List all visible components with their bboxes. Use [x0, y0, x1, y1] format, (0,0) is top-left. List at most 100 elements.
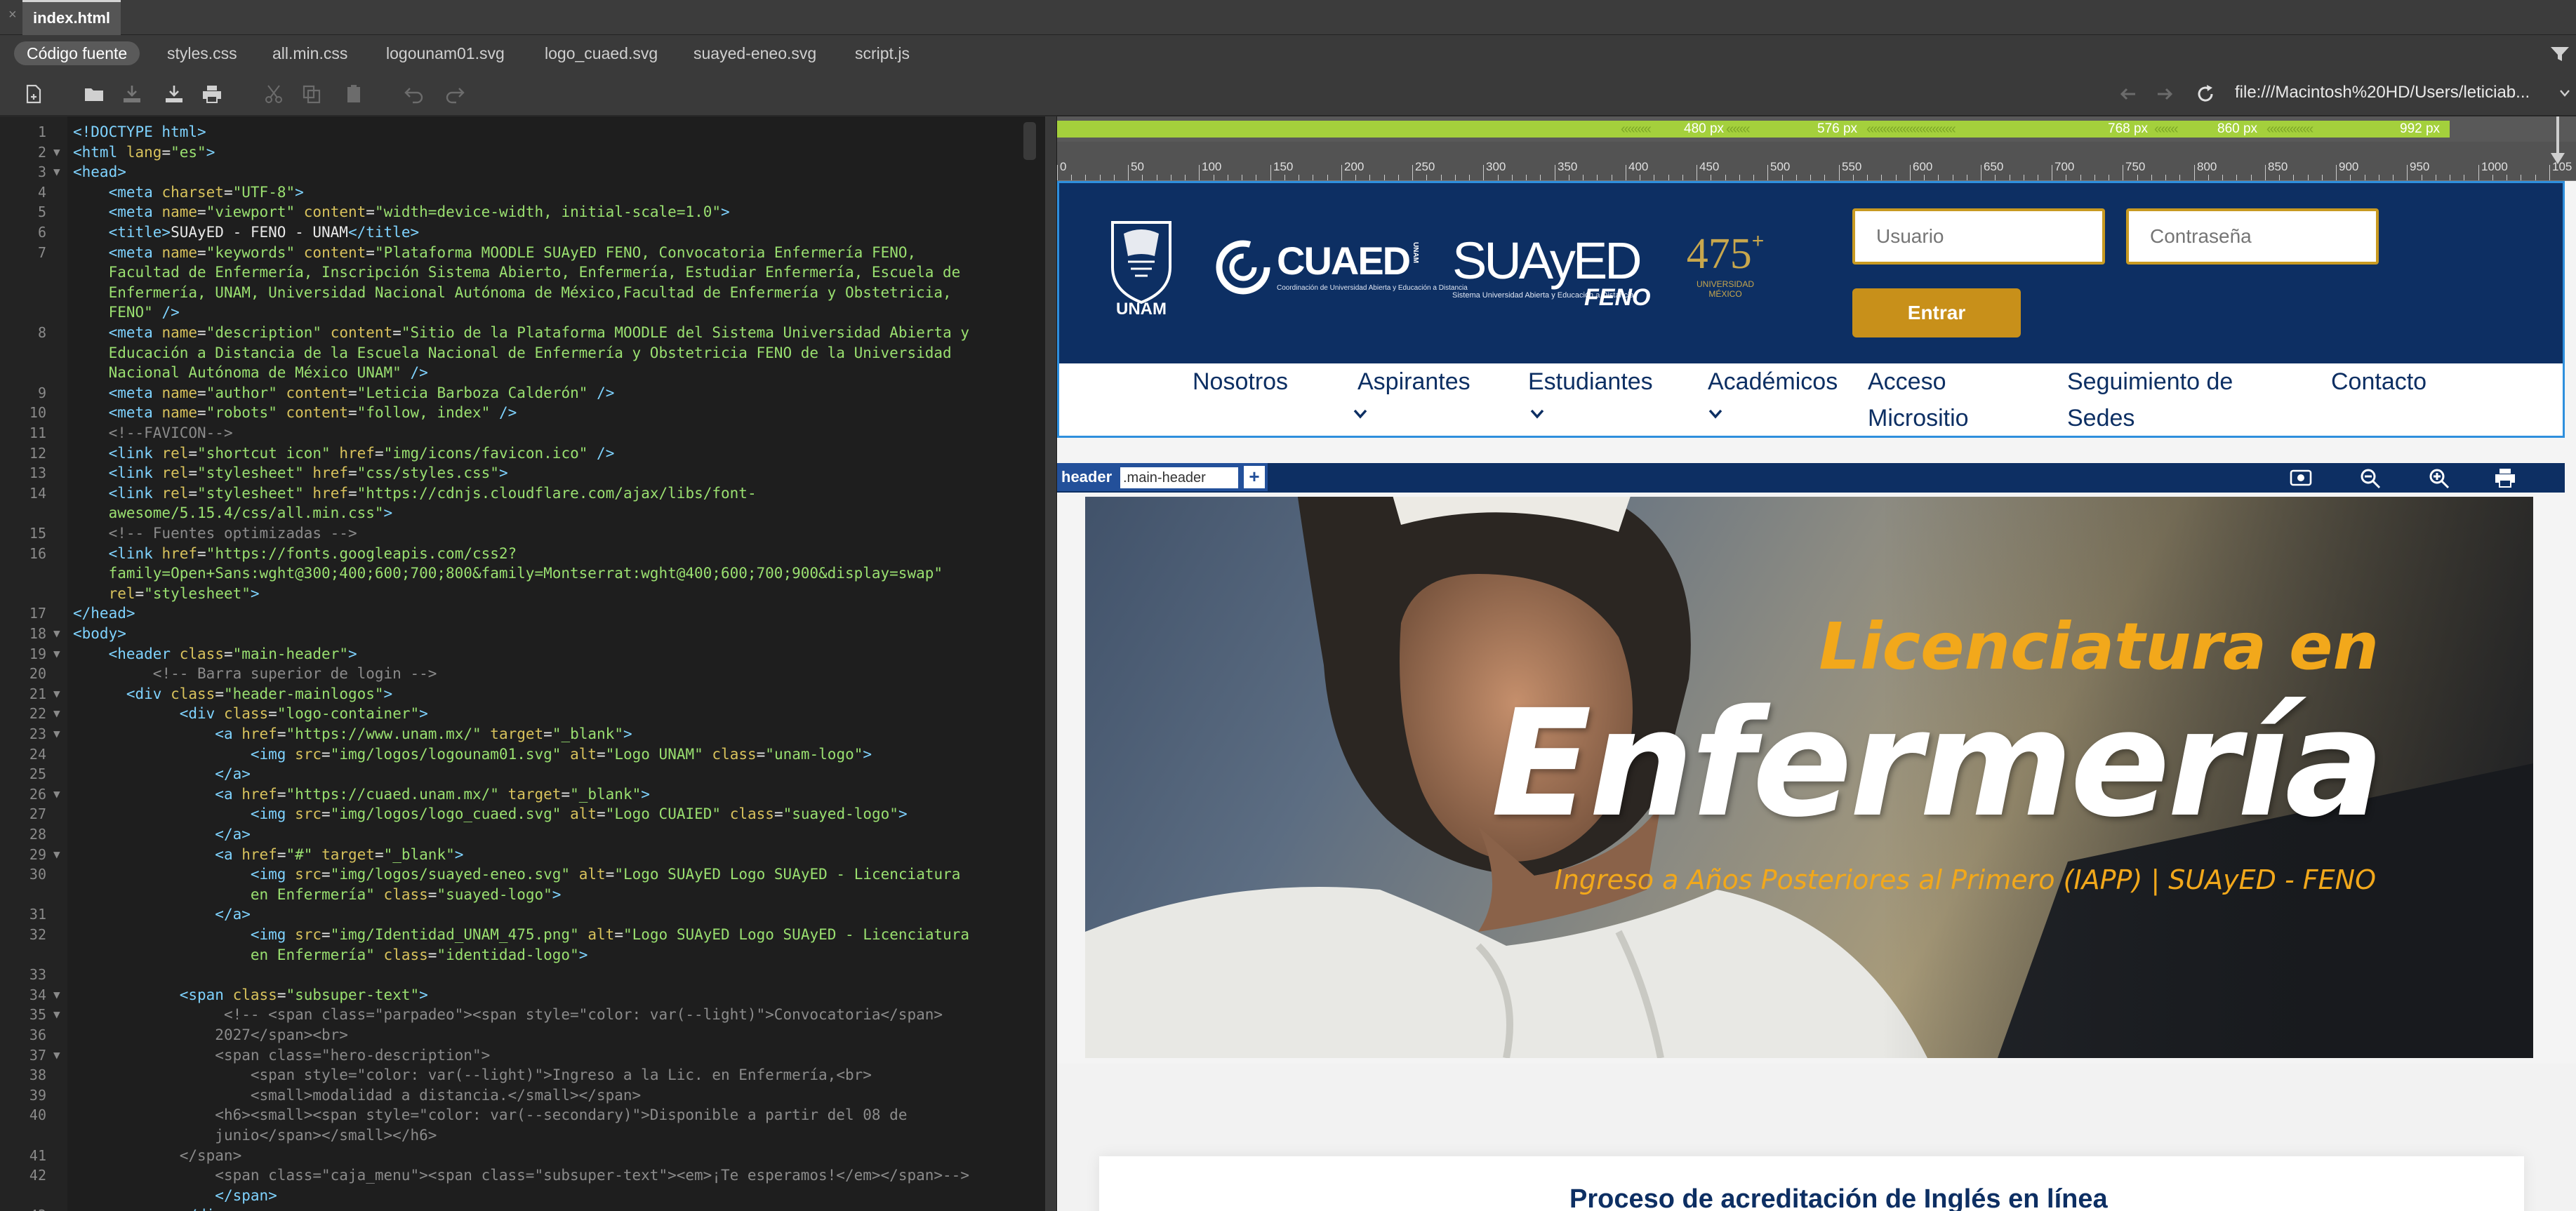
code-line[interactable]: <title>SUAyED - FENO - UNAM</title> — [73, 222, 420, 243]
document-tab-index[interactable]: index.html — [22, 0, 121, 35]
back-arrow-icon[interactable] — [2117, 83, 2139, 105]
login-button[interactable]: Entrar — [1852, 288, 2021, 337]
save-all-icon[interactable] — [163, 83, 185, 105]
code-line[interactable]: Educación a Distancia de la Escuela Naci… — [73, 343, 952, 363]
fold-toggle-icon[interactable]: ▼ — [53, 624, 60, 644]
fold-toggle-icon[interactable]: ▼ — [53, 644, 60, 664]
preview-eye-icon[interactable] — [2289, 467, 2313, 489]
password-field[interactable] — [2126, 208, 2379, 265]
fold-toggle-icon[interactable]: ▼ — [53, 142, 60, 163]
code-line[interactable]: <meta name="keywords" content="Plataform… — [73, 243, 917, 263]
media-query-860[interactable]: 860 px — [2217, 121, 2257, 138]
code-line[interactable]: <img src="img/logos/suayed-eneo.svg" alt… — [73, 864, 961, 885]
save-icon[interactable] — [121, 83, 143, 105]
related-file-logounam01-svg[interactable]: logounam01.svg — [386, 41, 505, 65]
unam-shield-logo[interactable] — [1103, 218, 1180, 309]
nav-item-seguimiento-de-sedes[interactable]: Seguimiento de Sedes — [2067, 363, 2278, 436]
media-query-992[interactable]: 992 px — [2400, 121, 2440, 138]
code-line[interactable]: <span style="color: var(--light)">Ingres… — [73, 1065, 872, 1085]
forward-arrow-icon[interactable] — [2153, 83, 2176, 105]
code-line[interactable]: <span class="hero-description"> — [73, 1045, 490, 1066]
media-query-480[interactable]: 480 px — [1684, 121, 1724, 138]
zoom-in-icon[interactable] — [2427, 467, 2451, 489]
fold-toggle-icon[interactable]: ▼ — [53, 784, 60, 805]
code-line[interactable]: </a> — [73, 764, 251, 784]
code-line[interactable]: <link href="https://fonts.googleapis.com… — [73, 544, 517, 564]
related-file-suayed-eneo-svg[interactable]: suayed-eneo.svg — [693, 41, 816, 65]
fold-toggle-icon[interactable]: ▼ — [53, 162, 60, 182]
code-line[interactable]: <a href="https://www.unam.mx/" target="_… — [73, 724, 632, 744]
code-line[interactable]: <meta charset="UTF-8"> — [73, 182, 304, 203]
code-line[interactable]: <div class="header-mainlogos"> — [73, 684, 392, 704]
fold-toggle-icon[interactable]: ▼ — [53, 684, 60, 704]
code-line[interactable]: <a href="#" target="_blank"> — [73, 845, 463, 865]
media-query-576[interactable]: 576 px — [1817, 121, 1857, 138]
chevron-down-icon[interactable] — [2559, 88, 2570, 98]
code-line[interactable]: </a> — [73, 904, 251, 925]
code-line[interactable]: FENO" /> — [73, 302, 180, 323]
close-tab-icon[interactable]: × — [8, 7, 17, 23]
cut-icon[interactable] — [263, 83, 285, 105]
related-file-source-code[interactable]: Código fuente — [14, 41, 140, 65]
new-document-icon[interactable] — [22, 83, 45, 105]
fold-toggle-icon[interactable]: ▼ — [53, 704, 60, 724]
nav-item-estudiantes[interactable]: Estudiantes — [1528, 363, 1653, 400]
code-line[interactable]: <span class="caja_menu"><span class="sub… — [73, 1165, 969, 1186]
code-line[interactable]: awesome/5.15.4/css/all.min.css"> — [73, 503, 393, 523]
nav-item-aspirantes[interactable]: Aspirantes — [1357, 363, 1470, 400]
zoom-out-icon[interactable] — [2358, 467, 2382, 489]
fold-toggle-icon[interactable]: ▼ — [53, 985, 60, 1005]
print-icon[interactable] — [201, 83, 223, 105]
filter-icon[interactable] — [2549, 45, 2570, 63]
code-line[interactable]: <span class="subsuper-text"> — [73, 985, 428, 1005]
code-line[interactable]: junio</span></small></h6> — [73, 1125, 437, 1146]
ruler-resize-handle[interactable] — [2556, 116, 2559, 159]
code-line[interactable]: <meta name="viewport" content="width=dev… — [73, 202, 730, 222]
code-line[interactable]: <html lang="es"> — [73, 142, 215, 163]
code-line[interactable]: 2027</span><br> — [73, 1025, 348, 1045]
code-line[interactable]: family=Open+Sans:wght@300;400;600;700;80… — [73, 563, 943, 584]
code-line[interactable]: <!DOCTYPE html> — [73, 122, 206, 142]
code-line[interactable]: </head> — [73, 603, 135, 624]
code-line[interactable]: <div class="logo-container"> — [73, 704, 428, 724]
ruler-arrow-icon[interactable] — [2551, 153, 2565, 164]
related-file-styles-css[interactable]: styles.css — [167, 41, 237, 65]
code-line[interactable]: <!--FAVICON--> — [73, 423, 233, 443]
code-line[interactable]: <!-- <span class="parpadeo"><span style=… — [73, 1005, 943, 1025]
code-line[interactable]: <meta name="robots" content="follow, ind… — [73, 403, 517, 423]
split-view-divider[interactable] — [1044, 116, 1057, 1211]
code-line[interactable]: <body> — [73, 624, 126, 644]
redo-icon[interactable] — [444, 83, 466, 105]
related-file-logo-cuaed-svg[interactable]: logo_cuaed.svg — [545, 41, 658, 65]
fold-toggle-icon[interactable]: ▼ — [53, 845, 60, 865]
code-line[interactable]: <a href="https://cuaed.unam.mx/" target=… — [73, 784, 650, 805]
code-line[interactable]: Facultad de Enfermería, Inscripción Sist… — [73, 262, 961, 283]
code-line[interactable]: <header class="main-header"> — [73, 644, 357, 664]
suayed-feno-logo[interactable]: SUAyED Sistema Universidad Abierta y Edu… — [1452, 231, 1650, 311]
code-line[interactable]: <link rel="stylesheet" href="https://cdn… — [73, 483, 757, 504]
fold-toggle-icon[interactable]: ▼ — [53, 1005, 60, 1025]
code-editor[interactable]: 1 2 ▼ 3 ▼ 4 5 6 7 8 9 10 11 12 13 14 15 16 17 18 ▼ 19 ▼ 20 21 ▼ 22… — [0, 116, 1044, 1211]
chevron-down-icon[interactable] — [1708, 408, 1723, 420]
code-line[interactable]: Enfermería, UNAM, Universidad Nacional A… — [73, 283, 952, 303]
editor-scrollbar-thumb[interactable] — [1023, 122, 1036, 160]
paste-icon[interactable] — [343, 83, 365, 105]
code-line[interactable]: <img src="img/Identidad_UNAM_475.png" al… — [73, 925, 969, 945]
code-line[interactable]: <link rel="shortcut icon" href="img/icon… — [73, 443, 615, 464]
code-line[interactable]: </span> — [73, 1146, 242, 1166]
chevron-down-icon[interactable] — [1529, 408, 1545, 420]
code-line[interactable]: </span> — [73, 1186, 277, 1206]
nav-item-nosotros[interactable]: Nosotros — [1193, 363, 1288, 400]
fold-toggle-icon[interactable]: ▼ — [53, 724, 60, 744]
code-line[interactable]: <h6><small><span style="color: var(--sec… — [73, 1105, 907, 1125]
nav-item-acceso-micrositio[interactable]: Acceso Micrositio — [1868, 363, 1987, 436]
add-class-button[interactable]: + — [1244, 466, 1265, 488]
username-field[interactable] — [1852, 208, 2105, 265]
code-line[interactable]: <!-- Barra superior de login --> — [73, 664, 437, 684]
refresh-icon[interactable] — [2194, 83, 2217, 105]
code-line[interactable]: <img src="img/logos/logounam01.svg" alt=… — [73, 744, 872, 765]
chevron-down-icon[interactable] — [1353, 408, 1368, 420]
nav-item-academicos[interactable]: Académicos — [1708, 363, 1838, 400]
code-line[interactable]: <meta name="author" content="Leticia Bar… — [73, 383, 615, 403]
related-file-all-min-css[interactable]: all.min.css — [272, 41, 347, 65]
